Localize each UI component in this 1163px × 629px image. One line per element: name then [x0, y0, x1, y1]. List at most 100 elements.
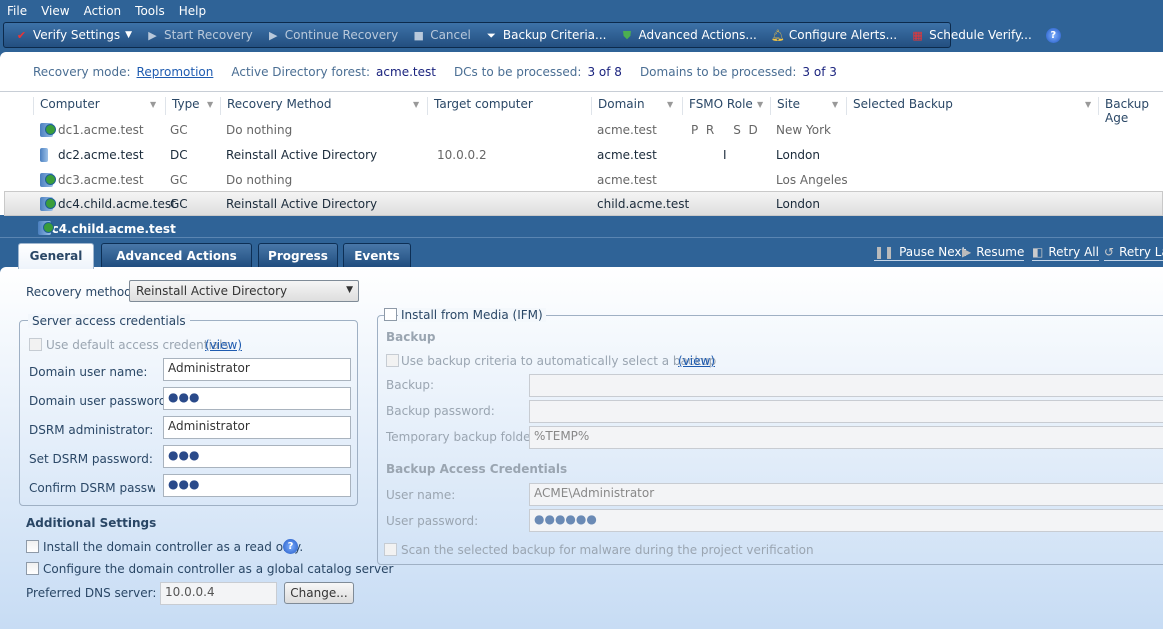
view-criteria-link[interactable]: (view)	[678, 354, 715, 368]
help-icon[interactable]: ?	[283, 539, 298, 554]
domain-controller-icon	[38, 221, 54, 235]
cell-method: Reinstall Active Directory	[226, 197, 378, 211]
tab-progress[interactable]: Progress	[258, 243, 338, 268]
cell-domain: acme.test	[597, 123, 657, 137]
checklist-icon: ✔	[16, 28, 27, 42]
domain-user-label: Domain user name:	[29, 365, 148, 379]
filter-dropdown-icon[interactable]: ▼	[667, 100, 673, 109]
dcs-label: DCs to be processed:	[453, 65, 582, 79]
grid-header: Computer ▼ Type ▼ Recovery Method ▼ Target …	[0, 91, 1163, 125]
column-computer[interactable]: Computer	[33, 97, 100, 115]
use-backup-criteria-label: Use backup criteria to automatically sel…	[401, 354, 717, 368]
temp-folder-input[interactable]: %TEMP%	[529, 426, 1163, 449]
use-backup-criteria-checkbox[interactable]	[386, 354, 399, 367]
user-password-label: User password:	[386, 514, 479, 528]
filter-icon: ⏷	[486, 28, 496, 42]
column-recovery-method[interactable]: Recovery Method	[220, 97, 331, 115]
column-type[interactable]: Type	[165, 97, 200, 115]
pause-next-button[interactable]: ❚❚ Pause Next	[874, 245, 967, 261]
recovery-info: Recovery mode: Repromotion Active Directo…	[33, 65, 849, 79]
cell-type: DC	[170, 148, 188, 162]
view-credentials-link[interactable]: (view)	[205, 338, 242, 352]
dns-server-input[interactable]: 10.0.0.4	[160, 582, 277, 605]
user-password-input[interactable]: ●●●●●●	[529, 509, 1163, 532]
domain-password-label: Domain user password:	[29, 394, 171, 408]
dcs-value: 3 of 8	[587, 65, 622, 79]
change-dns-button[interactable]: Change...	[284, 582, 354, 604]
menu-file[interactable]: File	[7, 4, 27, 18]
verify-settings-button[interactable]: ✔ Verify Settings ▼	[8, 28, 139, 42]
table-row[interactable]: dc3.acme.test GC Do nothing acme.test Lo…	[4, 167, 1163, 192]
filter-dropdown-icon[interactable]: ▼	[1085, 100, 1091, 109]
filter-dropdown-icon[interactable]: ▼	[413, 100, 419, 109]
column-site[interactable]: Site	[770, 97, 800, 115]
retry-last-button[interactable]: ↺Retry La	[1104, 245, 1163, 261]
use-default-credentials-checkbox[interactable]	[29, 338, 42, 351]
filter-dropdown-icon[interactable]: ▼	[150, 100, 156, 109]
global-catalog-checkbox[interactable]	[26, 562, 39, 575]
table-row[interactable]: dc1.acme.test GC Do nothing acme.test P …	[4, 117, 1163, 142]
configure-alerts-button[interactable]: 🔔︎ Configure Alerts...	[764, 28, 904, 42]
help-button[interactable]: ?	[1039, 27, 1068, 43]
cell-method: Do nothing	[226, 123, 293, 137]
schedule-verify-button[interactable]: ▦ Schedule Verify...	[904, 28, 1039, 42]
filter-dropdown-icon[interactable]: ▼	[207, 100, 213, 109]
table-row-selected[interactable]: dc4.child.acme.test GC Reinstall Active …	[4, 191, 1163, 216]
start-recovery-button[interactable]: ▶ Start Recovery	[139, 28, 260, 42]
cell-site: Los Angeles	[776, 173, 848, 187]
retry-all-button[interactable]: ◧ Retry All	[1032, 245, 1099, 261]
cancel-button[interactable]: ■ Cancel	[405, 28, 478, 42]
cell-fsmo: I	[723, 148, 727, 162]
tab-advanced-actions[interactable]: Advanced Actions	[101, 243, 252, 268]
cell-type: GC	[170, 197, 188, 211]
scan-malware-label: Scan the selected backup for malware dur…	[401, 543, 814, 557]
cell-site: New York	[776, 123, 831, 137]
cell-type: GC	[170, 173, 188, 187]
tab-general[interactable]: General	[18, 243, 94, 269]
dsrm-admin-input[interactable]: Administrator	[163, 416, 351, 439]
backup-input[interactable]	[529, 374, 1163, 397]
recovery-method-label: Recovery method:	[26, 285, 136, 299]
menu-action[interactable]: Action	[84, 4, 122, 18]
user-name-input[interactable]: ACME\Administrator	[529, 483, 1163, 506]
domain-user-input[interactable]: Administrator	[163, 358, 351, 381]
resume-button[interactable]: ▶ Resume	[962, 245, 1025, 261]
menu-tools[interactable]: Tools	[135, 4, 165, 18]
ifm-checkbox[interactable]	[384, 308, 397, 321]
menu-help[interactable]: Help	[179, 4, 206, 18]
column-backup-age[interactable]: Backup Age	[1098, 97, 1163, 125]
user-name-label: User name:	[386, 488, 456, 502]
confirm-dsrm-input[interactable]: ●●●	[163, 474, 351, 497]
temp-folder-label: Temporary backup folder:	[386, 430, 540, 444]
domain-password-input[interactable]: ●●●	[163, 387, 351, 410]
cell-type: GC	[170, 123, 188, 137]
column-fsmo-role[interactable]: FSMO Role	[682, 97, 753, 115]
recovery-mode-label: Recovery mode:	[33, 65, 131, 79]
dsrm-password-input[interactable]: ●●●	[163, 445, 351, 468]
backup-criteria-button[interactable]: ⏷ Backup Criteria...	[478, 28, 614, 42]
play-icon: ▶	[148, 28, 157, 42]
backup-password-input[interactable]	[529, 400, 1163, 423]
tab-events[interactable]: Events	[343, 243, 411, 268]
table-row[interactable]: dc2.acme.test DC Reinstall Active Direct…	[4, 142, 1163, 167]
play-icon: ▶	[269, 28, 278, 42]
read-only-label: Install the domain controller as a read …	[43, 540, 304, 554]
recovery-method-select[interactable]: Reinstall Active Directory ▼	[129, 280, 359, 302]
read-only-checkbox[interactable]	[26, 540, 39, 553]
filter-dropdown-icon[interactable]: ▼	[832, 100, 838, 109]
advanced-actions-button[interactable]: ⛊ Advanced Actions...	[613, 28, 763, 42]
menu-view[interactable]: View	[41, 4, 69, 18]
column-selected-backup[interactable]: Selected Backup	[846, 97, 953, 115]
use-default-credentials-label: Use default access credentials	[46, 338, 229, 352]
continue-recovery-button[interactable]: ▶ Continue Recovery	[260, 28, 405, 42]
play-icon: ▶	[962, 245, 972, 259]
cell-fsmo: P R S D	[691, 123, 758, 137]
filter-dropdown-icon[interactable]: ▼	[757, 100, 763, 109]
scan-malware-checkbox[interactable]	[384, 543, 397, 556]
column-target-computer[interactable]: Target computer	[427, 97, 533, 115]
column-domain[interactable]: Domain	[591, 97, 645, 115]
chevron-down-icon: ▼	[125, 30, 132, 40]
recovery-mode-link[interactable]: Repromotion	[137, 65, 214, 79]
ifm-label: Install from Media (IFM)	[398, 308, 546, 322]
bell-icon: 🔔︎	[770, 28, 785, 42]
